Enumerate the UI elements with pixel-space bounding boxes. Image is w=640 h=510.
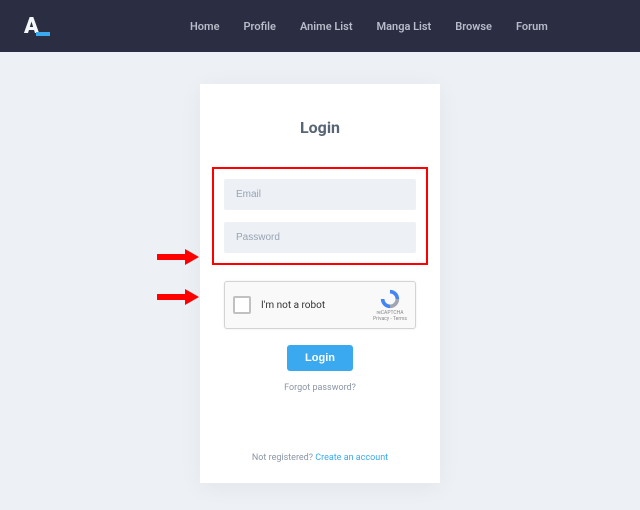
recaptcha-checkbox[interactable] [233, 296, 251, 314]
nav-anime-list[interactable]: Anime List [300, 20, 353, 33]
forgot-password-link[interactable]: Forgot password? [200, 383, 440, 393]
recaptcha-widget[interactable]: I'm not a robot reCAPTCHA Privacy - Term… [224, 281, 416, 329]
logo[interactable]: A [24, 14, 50, 39]
logo-accent [36, 32, 50, 36]
arrow-icon [157, 249, 199, 265]
login-title: Login [200, 118, 440, 137]
password-input[interactable] [224, 222, 416, 253]
login-button[interactable]: Login [287, 345, 353, 371]
create-account-link[interactable]: Create an account [315, 453, 388, 463]
recaptcha-label: I'm not a robot [261, 300, 363, 311]
login-card: Login I'm not a robot reCAPTCHA Privacy … [200, 84, 440, 483]
register-prompt: Not registered? Create an account [200, 453, 440, 463]
main-content: Login I'm not a robot reCAPTCHA Privacy … [0, 52, 640, 483]
nav-links: Home Profile Anime List Manga List Brows… [190, 20, 548, 33]
recaptcha-terms[interactable]: Privacy - Terms [373, 316, 407, 322]
nav-manga-list[interactable]: Manga List [377, 20, 432, 33]
nav-profile[interactable]: Profile [244, 20, 276, 33]
not-registered-text: Not registered? [252, 453, 315, 463]
recaptcha-icon [379, 288, 401, 310]
nav-browse[interactable]: Browse [455, 20, 492, 33]
annotation-highlight-box [212, 167, 428, 265]
arrow-icon [157, 289, 199, 305]
email-input[interactable] [224, 179, 416, 210]
recaptcha-badge: reCAPTCHA Privacy - Terms [373, 288, 407, 322]
navbar: A Home Profile Anime List Manga List Bro… [0, 0, 640, 52]
nav-forum[interactable]: Forum [516, 20, 548, 33]
nav-home[interactable]: Home [190, 20, 220, 33]
